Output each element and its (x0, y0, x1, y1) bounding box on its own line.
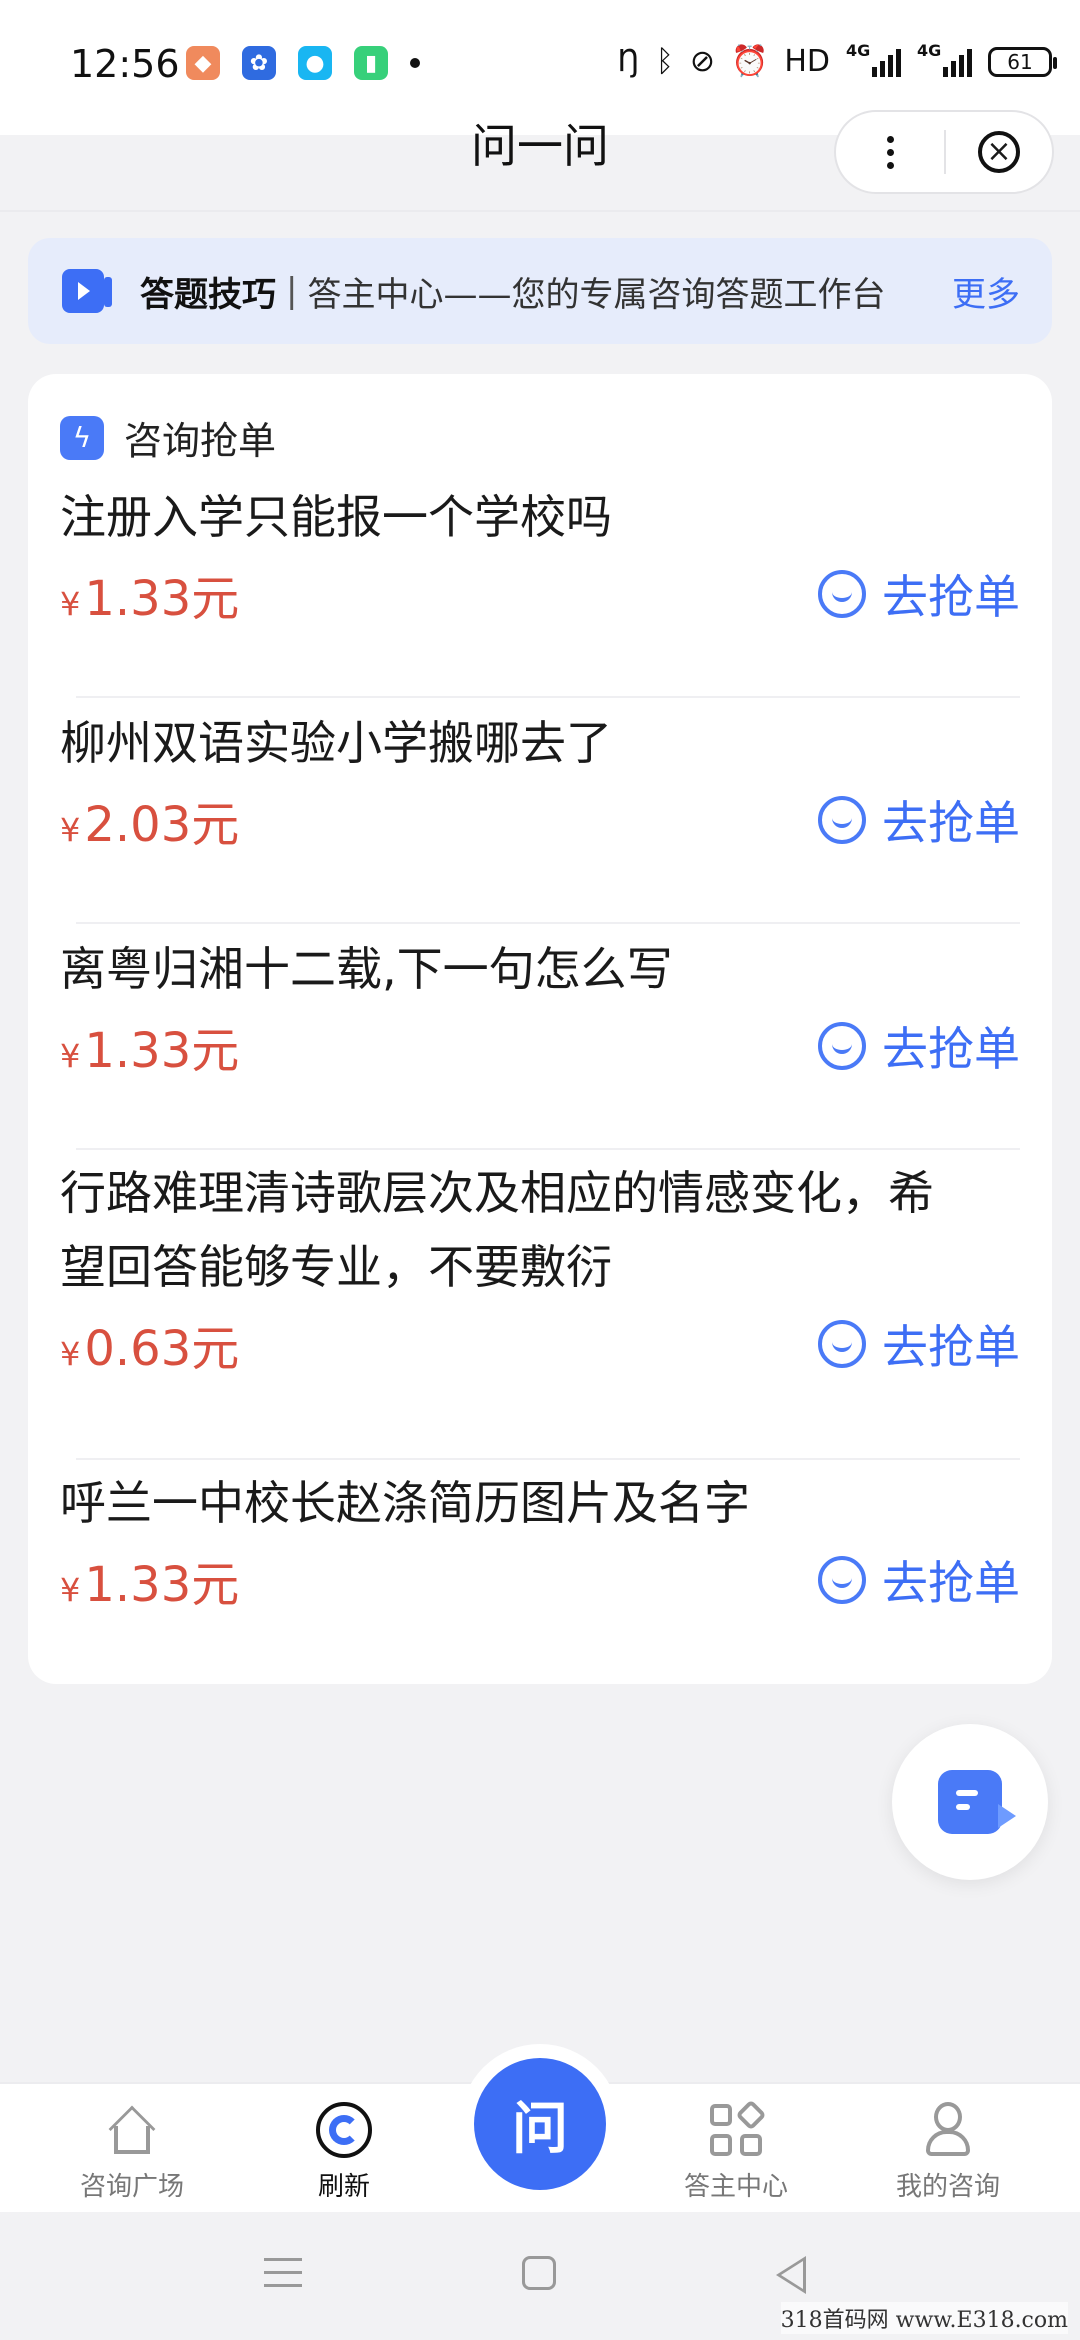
alarm-icon: ⏰ (730, 44, 769, 79)
card-header: ϟ 咨询抢单 (60, 410, 276, 465)
item-footer: ¥2.03元 去抢单 (60, 780, 1020, 860)
game-app-icon: ◆ (186, 46, 220, 80)
grab-order-label: 去抢单 (882, 1320, 1020, 1374)
item-divider (76, 1458, 1020, 1460)
network-type-label: 4G (846, 40, 871, 60)
tips-banner[interactable]: 答题技巧 | 答主中心——您的专属咨询答题工作台 更多 (28, 238, 1052, 344)
home-button-icon[interactable] (522, 2256, 556, 2290)
hd-indicator: HD (784, 44, 830, 79)
consult-grab-card: ϟ 咨询抢单 注册入学只能报一个学校吗 ¥1.33元 去抢单 柳州双语实验小学搬… (28, 374, 1052, 1684)
recent-apps-icon[interactable] (264, 2258, 302, 2297)
tab-label: 答主中心 (683, 2172, 788, 2202)
item-footer: ¥1.33元 去抢单 (60, 1540, 1020, 1620)
tab-label: 刷新 (317, 2172, 370, 2202)
notification-icons: ◆ ✿ ● ▮ (186, 46, 420, 80)
watermark: 318首码网 www.E318.com (780, 2302, 1068, 2334)
list-item[interactable]: 呼兰一中校长赵涤简历图片及名字 ¥1.33元 去抢单 (60, 1466, 1020, 1620)
lightning-icon: ϟ (60, 415, 104, 460)
item-divider (76, 696, 1020, 698)
item-footer: ¥1.33元 去抢单 (60, 1006, 1020, 1086)
voice-app-icon: ▮ (354, 46, 388, 80)
grab-order-button[interactable]: 去抢单 (818, 1547, 1020, 1613)
list-item[interactable]: 柳州双语实验小学搬哪去了 ¥2.03元 去抢单 (60, 706, 1020, 860)
qq-app-icon: ● (298, 46, 332, 80)
question-text: 行路难理清诗歌层次及相应的情感变化，希望回答能够专业，不要敷衍 (60, 1166, 934, 1294)
ask-button-label: 问 (474, 2058, 606, 2190)
user-icon (920, 2102, 976, 2158)
reward-price: ¥0.63元 (60, 1321, 240, 1377)
header-divider (0, 210, 1080, 212)
card-title: 咨询抢单 (124, 419, 277, 463)
more-notifications-icon (410, 58, 420, 68)
video-play-icon (62, 269, 112, 313)
reward-price: ¥1.33元 (60, 1557, 240, 1613)
list-item[interactable]: 离粤归湘十二载,下一句怎么写 ¥1.33元 去抢单 (60, 932, 1020, 1086)
smile-icon (818, 570, 866, 618)
item-footer: ¥1.33元 去抢单 (60, 554, 1020, 634)
grab-order-label: 去抢单 (882, 1022, 1020, 1076)
question-text: 柳州双语实验小学搬哪去了 (60, 716, 612, 770)
floating-chat-button[interactable] (892, 1724, 1048, 1880)
refresh-icon (316, 2102, 372, 2158)
close-button[interactable]: × (946, 112, 1052, 192)
grab-order-button[interactable]: 去抢单 (818, 1013, 1020, 1079)
smile-icon (818, 1022, 866, 1070)
signal-icon-2: 4G (917, 41, 972, 77)
grab-order-button[interactable]: 去抢单 (818, 561, 1020, 627)
ask-center-button[interactable]: 问 (460, 2044, 620, 2204)
mute-icon: ⊘ (689, 44, 715, 79)
grab-order-label: 去抢单 (882, 796, 1020, 850)
reward-price: ¥2.03元 (60, 797, 240, 853)
list-item[interactable]: 注册入学只能报一个学校吗 ¥1.33元 去抢单 (60, 480, 1020, 634)
list-item[interactable]: 行路难理清诗歌层次及相应的情感变化，希望回答能够专业，不要敷衍 ¥0.63元 去… (60, 1156, 1020, 1384)
battery-icon: 61 (988, 46, 1057, 77)
bluetooth-icon: ᛒ (655, 44, 674, 79)
item-divider (76, 922, 1020, 924)
tab-label: 我的咨询 (895, 2172, 1000, 2202)
reward-price: ¥1.33元 (60, 1023, 240, 1079)
banner-text: 答主中心——您的专属咨询答题工作台 (307, 274, 886, 315)
question-text: 注册入学只能报一个学校吗 (60, 490, 612, 544)
tab-refresh[interactable]: 刷新 (254, 2102, 434, 2203)
grab-order-label: 去抢单 (882, 570, 1020, 624)
smile-icon (818, 1556, 866, 1604)
battery-level: 61 (1007, 49, 1033, 74)
grab-order-label: 去抢单 (882, 1556, 1020, 1610)
tab-my-consult[interactable]: 我的咨询 (858, 2102, 1038, 2203)
close-icon: × (977, 131, 1020, 173)
status-time: 12:56 (70, 42, 180, 86)
grid-icon (708, 2099, 767, 2158)
question-text: 呼兰一中校长赵涤简历图片及名字 (60, 1476, 750, 1530)
banner-tag: 答题技巧 (140, 274, 276, 315)
signal-icon-1: 4G (846, 41, 901, 77)
system-status-icons: Ŋ ᛒ ⊘ ⏰ HD 4G 4G 61 (617, 41, 1057, 79)
tab-answerer-center[interactable]: 答主中心 (646, 2099, 826, 2203)
baidu-app-icon: ✿ (242, 46, 276, 80)
smile-icon (818, 796, 866, 844)
tab-consult-square[interactable]: 咨询广场 (42, 2102, 222, 2203)
more-options-icon[interactable] (836, 112, 944, 192)
reward-price: ¥1.33元 (60, 571, 240, 627)
item-footer: ¥0.63元 去抢单 (60, 1304, 1020, 1384)
banner-more-link[interactable]: 更多 (952, 267, 1020, 316)
banner-separator: | (286, 271, 298, 311)
grab-order-button[interactable]: 去抢单 (818, 787, 1020, 853)
smile-icon (818, 1320, 866, 1368)
chat-icon (938, 1770, 1016, 1834)
network-type-label: 4G (917, 40, 942, 60)
mini-program-capsule: × (834, 110, 1054, 194)
back-icon[interactable] (776, 2256, 806, 2294)
item-divider (76, 1148, 1020, 1150)
question-text: 离粤归湘十二载,下一句怎么写 (60, 942, 673, 996)
tab-label: 咨询广场 (79, 2172, 184, 2202)
nfc-icon: Ŋ (617, 44, 640, 79)
grab-order-button[interactable]: 去抢单 (818, 1311, 1020, 1377)
home-icon (104, 2102, 160, 2158)
